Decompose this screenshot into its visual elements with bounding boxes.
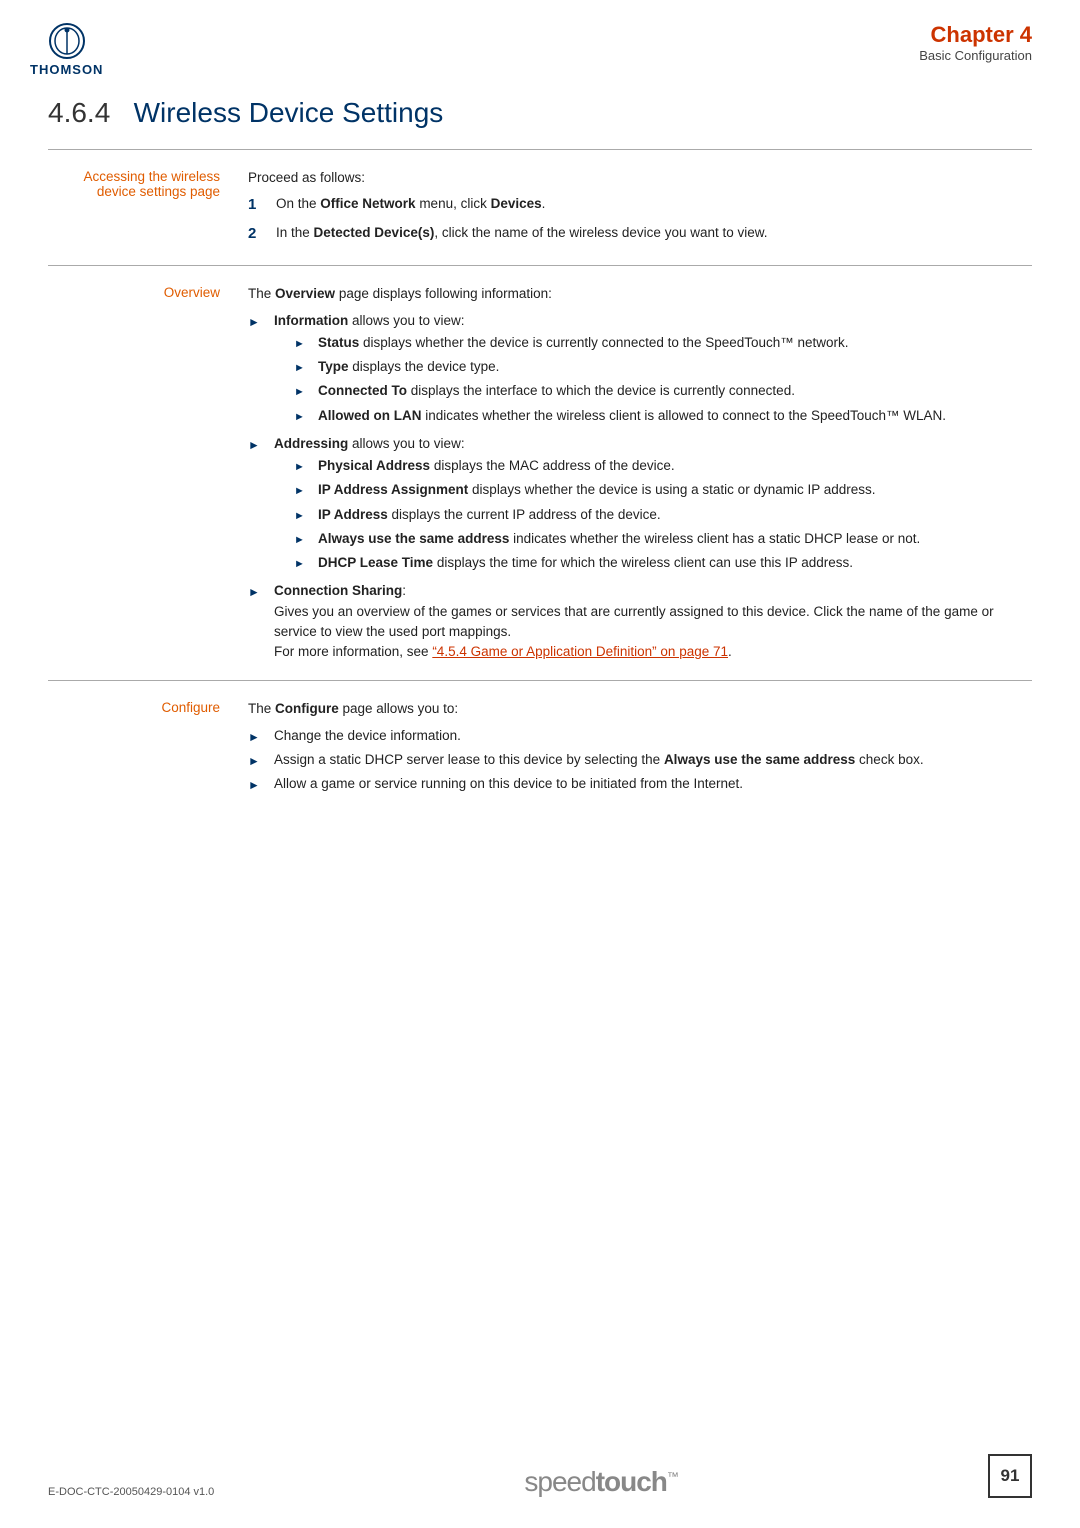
step-1: 1 On the Office Network menu, click Devi… [248, 194, 1032, 217]
sub-physical-text: Physical Address displays the MAC addres… [318, 456, 675, 476]
sub-type-text: Type displays the device type. [318, 357, 499, 377]
section-overview: Overview The Overview page displays foll… [48, 265, 1032, 680]
config-arrow-3: ► [248, 776, 270, 794]
bullet-addr-text: Addressing allows you to view: [274, 436, 465, 451]
chapter-subtitle: Basic Configuration [919, 48, 1032, 63]
bullet-info-text: Information allows you to view: [274, 313, 465, 328]
sub-ip-assign-text: IP Address Assignment displays whether t… [318, 480, 876, 500]
bullet-conn-text: Connection Sharing: [274, 583, 406, 598]
sub-dhcp-text: DHCP Lease Time displays the time for wh… [318, 553, 853, 573]
section-label-accessing: Accessing the wirelessdevice settings pa… [48, 168, 248, 251]
bullet-arrow-addr: ► [248, 436, 270, 454]
config-text-2: Assign a static DHCP server lease to thi… [274, 750, 924, 770]
info-sub-bullets: ► Status displays whether the device is … [294, 333, 946, 426]
step-1-text: On the Office Network menu, click Device… [276, 194, 545, 214]
chapter-label: Chapter 4 [919, 22, 1032, 48]
bullet-arrow-info: ► [248, 313, 270, 331]
step-2-num: 2 [248, 223, 270, 246]
content-area: Accessing the wirelessdevice settings pa… [0, 149, 1080, 812]
sub-arrow-ip-addr: ► [294, 508, 314, 525]
addr-sub-bullets: ► Physical Address displays the MAC addr… [294, 456, 920, 573]
brand-speedtouch: speedtouch™ [524, 1466, 678, 1497]
page-number: 91 [988, 1454, 1032, 1498]
bullet-arrow-conn: ► [248, 583, 270, 601]
page-footer: E-DOC-CTC-20050429-0104 v1.0 speedtouch™… [0, 1454, 1080, 1498]
section-content-overview: The Overview page displays following inf… [248, 284, 1032, 666]
overview-bullets: ► Information allows you to view: ► Stat… [248, 311, 1032, 663]
configure-bullets: ► Change the device information. ► Assig… [248, 726, 1032, 795]
sub-ip-addr-text: IP Address displays the current IP addre… [318, 505, 661, 525]
sub-arrow-physical: ► [294, 459, 314, 476]
config-text-3: Allow a game or service running on this … [274, 774, 743, 794]
sub-arrow-always: ► [294, 532, 314, 549]
title-text: Wireless Device Settings [134, 97, 444, 128]
sub-status: ► Status displays whether the device is … [294, 333, 946, 353]
sub-always-text: Always use the same address indicates wh… [318, 529, 920, 549]
logo-text: THOMSON [30, 62, 103, 77]
brand-speed: speed [524, 1466, 595, 1497]
step-1-num: 1 [248, 194, 270, 217]
sub-arrow-connected: ► [294, 384, 314, 401]
config-bullet-3: ► Allow a game or service running on thi… [248, 774, 1032, 794]
sub-connected-text: Connected To displays the interface to w… [318, 381, 795, 401]
sub-status-text: Status displays whether the device is cu… [318, 333, 849, 353]
config-arrow-1: ► [248, 728, 270, 746]
conn-sharing-desc: Gives you an overview of the games or se… [274, 604, 994, 639]
section-content-accessing: Proceed as follows: 1 On the Office Netw… [248, 168, 1032, 251]
brand-tm: ™ [667, 1470, 678, 1484]
sub-type: ► Type displays the device type. [294, 357, 946, 377]
sub-allowed-lan: ► Allowed on LAN indicates whether the w… [294, 406, 946, 426]
step-2-text: In the Detected Device(s), click the nam… [276, 223, 768, 243]
overview-intro: The Overview page displays following inf… [248, 284, 1032, 304]
conn-sharing-link: For more information, see “4.5.4 Game or… [274, 644, 732, 659]
thomson-logo-icon [48, 22, 86, 60]
config-arrow-2: ► [248, 752, 270, 770]
config-text-1: Change the device information. [274, 726, 461, 746]
bullet-addr-content: Addressing allows you to view: ► Physica… [274, 434, 920, 578]
section-content-configure: The Configure page allows you to: ► Chan… [248, 699, 1032, 798]
sub-connected-to: ► Connected To displays the interface to… [294, 381, 946, 401]
footer-doc-id: E-DOC-CTC-20050429-0104 v1.0 [48, 1486, 214, 1498]
bullet-info-content: Information allows you to view: ► Status… [274, 311, 946, 430]
section-accessing: Accessing the wirelessdevice settings pa… [48, 149, 1032, 265]
page-title-section: 4.6.4 Wireless Device Settings [0, 87, 1080, 149]
sub-always-same: ► Always use the same address indicates … [294, 529, 920, 549]
sub-arrow-type: ► [294, 360, 314, 377]
config-bullet-2: ► Assign a static DHCP server lease to t… [248, 750, 1032, 770]
sub-arrow-dhcp: ► [294, 556, 314, 573]
link-game-definition[interactable]: “4.5.4 Game or Application Definition” o… [432, 644, 728, 659]
title-number: 4.6.4 [48, 97, 110, 128]
bullet-connection-sharing: ► Connection Sharing: Gives you an overv… [248, 581, 1032, 662]
accessing-steps: 1 On the Office Network menu, click Devi… [248, 194, 1032, 245]
step-2: 2 In the Detected Device(s), click the n… [248, 223, 1032, 246]
bullet-addressing: ► Addressing allows you to view: ► Physi… [248, 434, 1032, 578]
configure-intro: The Configure page allows you to: [248, 699, 1032, 719]
sub-arrow-allowed: ► [294, 409, 314, 426]
footer-brand: speedtouch™ [524, 1466, 678, 1498]
sub-arrow-ip-assign: ► [294, 483, 314, 500]
section-label-overview: Overview [48, 284, 248, 666]
sub-ip-address: ► IP Address displays the current IP add… [294, 505, 920, 525]
section-configure: Configure The Configure page allows you … [48, 680, 1032, 812]
page-title: 4.6.4 Wireless Device Settings [48, 97, 1032, 129]
sub-physical: ► Physical Address displays the MAC addr… [294, 456, 920, 476]
logo-area: THOMSON [30, 22, 103, 77]
accessing-intro: Proceed as follows: [248, 168, 1032, 188]
sub-dhcp-lease: ► DHCP Lease Time displays the time for … [294, 553, 920, 573]
sub-allowed-text: Allowed on LAN indicates whether the wir… [318, 406, 946, 426]
page-header: THOMSON Chapter 4 Basic Configuration [0, 0, 1080, 87]
chapter-area: Chapter 4 Basic Configuration [919, 22, 1032, 63]
sub-ip-assignment: ► IP Address Assignment displays whether… [294, 480, 920, 500]
section-label-configure: Configure [48, 699, 248, 798]
bullet-conn-content: Connection Sharing: Gives you an overvie… [274, 581, 1032, 662]
brand-touch: touch [596, 1466, 667, 1497]
sub-arrow-status: ► [294, 336, 314, 353]
config-bullet-1: ► Change the device information. [248, 726, 1032, 746]
bullet-information: ► Information allows you to view: ► Stat… [248, 311, 1032, 430]
